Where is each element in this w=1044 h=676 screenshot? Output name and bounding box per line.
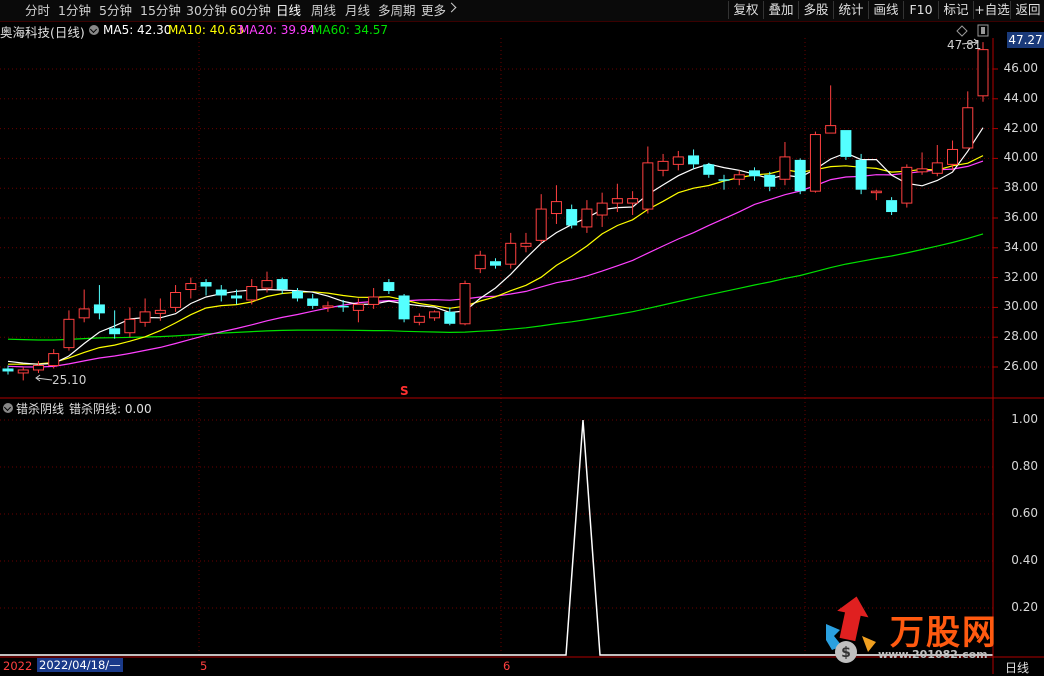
- candle[interactable]: [627, 191, 639, 216]
- low-price-arrow-icon: [35, 374, 53, 382]
- watermark-brand: 万股网: [890, 613, 998, 653]
- candle[interactable]: [886, 197, 898, 216]
- candle[interactable]: [855, 153, 867, 195]
- candle[interactable]: [322, 301, 334, 312]
- watermark-url: www.201082.com: [878, 648, 988, 661]
- candle[interactable]: [794, 158, 806, 195]
- candle[interactable]: [901, 164, 913, 208]
- candle[interactable]: [200, 279, 212, 296]
- candle[interactable]: [916, 152, 928, 175]
- candle[interactable]: [383, 279, 395, 294]
- price-tick-label: 36.00: [1003, 210, 1038, 224]
- candle[interactable]: [642, 146, 654, 214]
- candle[interactable]: [215, 285, 227, 302]
- signal-marker: S: [400, 384, 409, 398]
- candle[interactable]: [490, 258, 501, 269]
- indicator-tick-label: 0.20: [1011, 600, 1038, 614]
- price-tick-label: 28.00: [1003, 329, 1038, 344]
- candle[interactable]: [688, 149, 700, 169]
- price-tick-label: 40.00: [1003, 150, 1038, 165]
- candle[interactable]: [63, 310, 75, 351]
- period-label: 日线: [1005, 661, 1030, 675]
- price-tick-label: 38.00: [1003, 180, 1038, 195]
- candle[interactable]: [596, 192, 608, 227]
- candle[interactable]: [703, 162, 715, 178]
- candle[interactable]: [185, 277, 197, 299]
- cursor-date: 2022/04/18/—: [37, 658, 123, 672]
- diamond-icon[interactable]: [956, 25, 968, 37]
- price-tick-label: 42.00: [1003, 120, 1038, 135]
- candle[interactable]: [170, 285, 182, 312]
- indicator-tick-label: 1.00: [1011, 412, 1038, 426]
- time-axis-start: 2022: [3, 659, 33, 673]
- candle[interactable]: [931, 144, 943, 177]
- candle[interactable]: [459, 280, 471, 326]
- candle[interactable]: [276, 277, 288, 294]
- candle[interactable]: [17, 367, 29, 381]
- candle[interactable]: [947, 140, 959, 171]
- logo-arrow-icon: $: [826, 596, 876, 663]
- low-price-label: 25.10: [52, 373, 87, 387]
- candle[interactable]: [748, 167, 760, 181]
- candle[interactable]: [779, 142, 791, 186]
- price-tick-label: 34.00: [1003, 239, 1038, 254]
- current-price-tag: 47.27: [1007, 32, 1044, 48]
- ma60-line: [7, 233, 984, 341]
- candle[interactable]: [733, 170, 745, 186]
- candle[interactable]: [429, 310, 441, 321]
- candle[interactable]: [962, 91, 974, 149]
- indicator-name: 错杀阴线: [16, 402, 65, 416]
- candle[interactable]: [48, 349, 60, 369]
- price-tick-label: 30.00: [1003, 299, 1038, 314]
- candle[interactable]: [657, 153, 669, 177]
- indicator-value: 错杀阴线: 0.00: [69, 402, 152, 416]
- indicator-tick-label: 0.80: [1011, 459, 1038, 473]
- candle[interactable]: [474, 250, 486, 274]
- candle[interactable]: [307, 293, 319, 309]
- svg-text:$: $: [841, 645, 851, 661]
- candle[interactable]: [581, 200, 593, 233]
- candle[interactable]: [505, 232, 517, 269]
- candle[interactable]: [825, 85, 837, 134]
- candle[interactable]: [809, 131, 821, 193]
- candle[interactable]: [368, 288, 380, 309]
- candle[interactable]: [124, 307, 136, 338]
- candle[interactable]: [413, 313, 425, 326]
- candle[interactable]: [764, 171, 776, 192]
- month-label-6: 6: [503, 659, 511, 673]
- candle[interactable]: [398, 293, 410, 323]
- candle[interactable]: [444, 307, 456, 326]
- candle[interactable]: [535, 194, 547, 244]
- month-label-5: 5: [200, 659, 208, 673]
- indicator-tick-label: 0.40: [1011, 553, 1038, 567]
- candle[interactable]: [32, 361, 44, 373]
- price-tick-label: 32.00: [1003, 269, 1038, 284]
- ma5-line: [7, 127, 984, 365]
- candle[interactable]: [93, 285, 105, 320]
- indicator-tick-label: 0.60: [1011, 506, 1038, 520]
- price-tick-label: 26.00: [1003, 359, 1038, 373]
- price-tick-label: 44.00: [1003, 90, 1038, 105]
- candle[interactable]: [566, 204, 578, 229]
- candle[interactable]: [840, 130, 852, 160]
- high-price-label: 47.81: [947, 38, 982, 52]
- candle[interactable]: [139, 298, 151, 327]
- candle[interactable]: [520, 232, 532, 253]
- kline-chart[interactable]: [0, 0, 1044, 674]
- price-tick-label: 46.00: [1003, 61, 1038, 75]
- indicator-dropdown-icon[interactable]: [3, 403, 13, 413]
- candle[interactable]: [672, 150, 684, 171]
- candle[interactable]: [870, 189, 882, 201]
- candle[interactable]: [78, 289, 90, 323]
